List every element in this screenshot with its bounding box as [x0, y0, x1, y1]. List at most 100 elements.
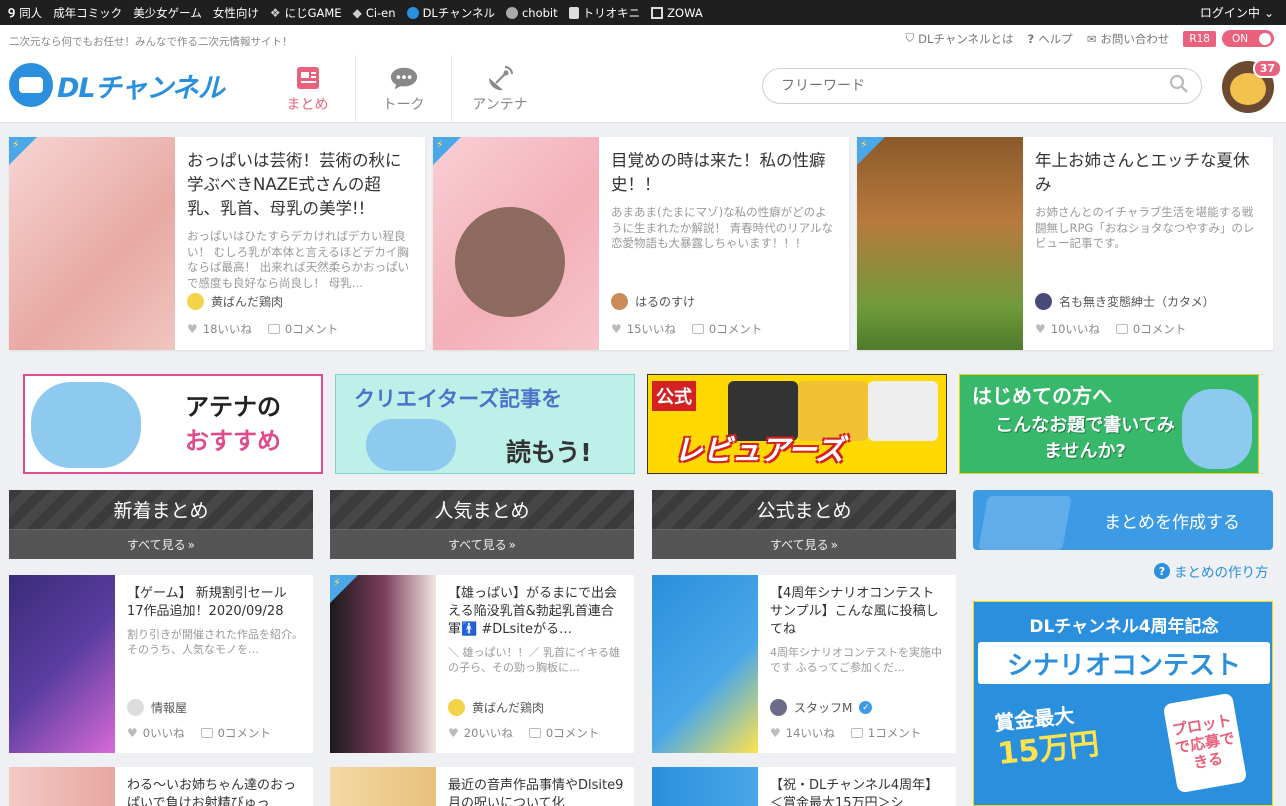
like-label: 0いいね: [142, 726, 185, 740]
author[interactable]: はるのすけ: [611, 293, 695, 310]
author-name: 情報屋: [151, 701, 188, 715]
author[interactable]: 名も無き変態紳士（カタメ）: [1035, 293, 1215, 310]
topbar-link-doujin[interactable]: Ꝯ 同人: [8, 4, 42, 21]
howto-link[interactable]: ? まとめの作り方: [1154, 561, 1269, 581]
tab-talk[interactable]: トーク: [356, 55, 452, 123]
about-link[interactable]: ⛉ DLチャンネルとは: [905, 31, 1013, 47]
author[interactable]: 黄ばんだ鶏肉: [187, 293, 283, 310]
like-label: 20いいね: [463, 726, 513, 740]
heart-icon: ♥: [611, 322, 622, 336]
feature-excerpt: おっぱいはひたすらデカければデカい程良い！ むしろ乳が本体と言えるほどデカイ胸な…: [187, 229, 410, 290]
card-thumbnail: [9, 767, 115, 806]
login-menu[interactable]: ログイン中 ⌄: [1200, 0, 1274, 25]
help-link[interactable]: ? ヘルプ: [1028, 31, 1073, 47]
search-icon[interactable]: [1169, 74, 1189, 98]
flash-icon: [857, 137, 885, 165]
author[interactable]: 黄ばんだ鶏肉: [448, 699, 544, 716]
shield-icon: ⛉: [905, 31, 915, 45]
list-item[interactable]: 【祝・DLチャンネル4周年】＜賞金最大15万円＞シ: [652, 767, 956, 806]
topbar-link-chobit[interactable]: chobit: [505, 5, 558, 20]
feature-card[interactable]: おっぱいは芸術！芸術の秋に学ぶべきNAZE式さんの超乳、乳首、母乳の美学!! お…: [9, 137, 425, 350]
card-body: 【雄っぱい】がるまにで出会える陥没乳首&勃起乳首連合軍🚹 #DLsiteがる… …: [436, 575, 634, 753]
banner-mascot: [366, 419, 456, 471]
heart-icon: ♥: [1035, 322, 1046, 336]
chat-bubble-icon: [389, 65, 419, 91]
comment-icon: [528, 728, 541, 738]
list-item[interactable]: 【ゲーム】 新規割引セール 17作品追加！2020/09/28 割り引きが開催さ…: [9, 575, 313, 753]
tab-antenna[interactable]: アンテナ: [452, 55, 548, 123]
topbar-link-label: ZOWA: [667, 5, 703, 20]
verified-icon: ✓: [859, 701, 873, 714]
feature-thumbnail: [857, 137, 1023, 350]
author-name: 黄ばんだ鶏肉: [211, 295, 284, 309]
search-input[interactable]: [781, 78, 1169, 94]
antenna-icon: [485, 65, 515, 91]
like-count: ♥ 0いいね: [127, 725, 185, 741]
feature-body: 目覚めの時は来た！私の性癖史！！ あまあま(たまにマゾ)な私の性癖がどのように生…: [599, 137, 849, 350]
topbar-link-comic[interactable]: 成年コミック: [53, 5, 122, 21]
banner-line1: アテナの: [185, 393, 281, 421]
feature-card[interactable]: 年上お姉さんとエッチな夏休み お姉さんとのイチャラブ生活を堪能する戦闘無しRPG…: [857, 137, 1273, 350]
comment-count: 0コメント: [528, 725, 599, 741]
notification-badge: 37: [1252, 59, 1282, 78]
list-item[interactable]: 【雄っぱい】がるまにで出会える陥没乳首&勃起乳首連合軍🚹 #DLsiteがる… …: [330, 575, 634, 753]
user-avatar[interactable]: 37: [1222, 59, 1282, 113]
author-avatar: [611, 293, 628, 310]
card-stats: ♥ 20いいね 0コメント: [448, 725, 599, 741]
author[interactable]: スタッフM ✓: [770, 699, 873, 716]
see-all-link[interactable]: すべて見る»: [652, 529, 956, 559]
tab-label: まとめ: [286, 96, 329, 113]
topbar-link-triokini[interactable]: トリオキニ: [568, 5, 640, 21]
list-item[interactable]: 最近の音声作品事情やDlsite9月の呪いについて化: [330, 767, 634, 806]
create-matome-button[interactable]: まとめを作成する: [973, 490, 1273, 550]
banner-line2: レビュアーズ: [674, 433, 845, 467]
feature-body: おっぱいは芸術！芸術の秋に学ぶべきNAZE式さんの超乳、乳首、母乳の美学!! お…: [175, 137, 425, 350]
topbar-link-nijigame[interactable]: ❖ にじGAME: [270, 5, 342, 21]
list-item[interactable]: わる～いお姉ちゃん達のおっぱいで負けお射精びゅっ: [9, 767, 313, 806]
list-item[interactable]: 【4周年シナリオコンテストサンプル】こんな風に投稿してね 4周年シナリオコンテス…: [652, 575, 956, 753]
banner-line1: はじめての方へ: [972, 384, 1112, 408]
card-title: 【ゲーム】 新規割引セール 17作品追加！2020/09/28: [127, 586, 300, 619]
author-name: 名も無き変態紳士（カタメ）: [1059, 295, 1215, 309]
see-all-link[interactable]: すべて見る»: [9, 529, 313, 559]
banner-athena-recommend[interactable]: アテナの おすすめ: [23, 374, 323, 474]
tab-matome[interactable]: まとめ: [260, 55, 356, 123]
topbar-link-zowa[interactable]: ZOWA: [651, 6, 703, 20]
like-count: ♥ 10いいね: [1035, 321, 1100, 337]
article-icon: [293, 65, 323, 91]
topbar-links: Ꝯ 同人 成年コミック 美少女ゲーム 女性向け ❖ にじGAME ◆ Ci-en DL…: [0, 4, 703, 21]
heart-icon: ♥: [187, 322, 198, 336]
contest-banner[interactable]: DLチャンネル4周年記念 シナリオコンテスト 賞金最大 15万円 プロットで応募で…: [973, 601, 1273, 806]
feature-card[interactable]: 目覚めの時は来た！私の性癖史！！ あまあま(たまにマゾ)な私の性癖がどのように生…: [433, 137, 849, 350]
author-avatar: [187, 293, 204, 310]
see-all-link[interactable]: すべて見る»: [330, 529, 634, 559]
contact-link[interactable]: ✉ お問い合わせ: [1087, 31, 1170, 47]
banner-official-reviewers[interactable]: 公式 レビュアーズ: [647, 374, 947, 474]
chobit-icon: [505, 6, 518, 19]
flash-icon: [433, 137, 461, 165]
banner-creators-articles[interactable]: クリエイターズ記事を 読もう!: [335, 374, 635, 474]
site-logo[interactable]: DLチャンネル: [9, 63, 225, 107]
r18-toggle[interactable]: ON: [1222, 30, 1274, 47]
like-count: ♥ 15いいね: [611, 321, 676, 337]
card-excerpt: ＼ 雄っぱい！！／ 乳首にイキる雄の子ら、その勁っ胸板に…: [448, 646, 620, 674]
contact-label: お問い合わせ: [1100, 31, 1170, 46]
banner-line1: クリエイターズ記事を: [354, 387, 563, 411]
heart-icon: ♥: [127, 726, 138, 740]
topbar-link-female[interactable]: 女性向け: [213, 5, 259, 21]
topbar-link-dlchannel[interactable]: DLチャンネル: [406, 5, 495, 21]
feature-stats: ♥ 18いいね 0コメント: [187, 321, 338, 337]
card-excerpt: 割り引きが開催された作品を紹介。そのうち、人気なモノを…: [127, 628, 303, 656]
comment-label: 0コメント: [217, 726, 271, 740]
toggle-knob: [1259, 32, 1271, 45]
author[interactable]: 情報屋: [127, 699, 187, 716]
see-all-label: すべて見る: [447, 538, 507, 552]
comment-icon: [1115, 324, 1128, 334]
topbar-link-game[interactable]: 美少女ゲーム: [133, 5, 202, 21]
cien-icon: ◆: [352, 5, 362, 20]
banner-first-time[interactable]: はじめての方へ こんなお題で書いてみませんか?: [959, 374, 1259, 474]
double-chevron-icon: »: [508, 537, 517, 552]
topbar-link-label: chobit: [521, 5, 558, 20]
topbar-link-label: 同人: [19, 5, 43, 20]
topbar-link-cien[interactable]: ◆ Ci-en: [353, 6, 396, 20]
